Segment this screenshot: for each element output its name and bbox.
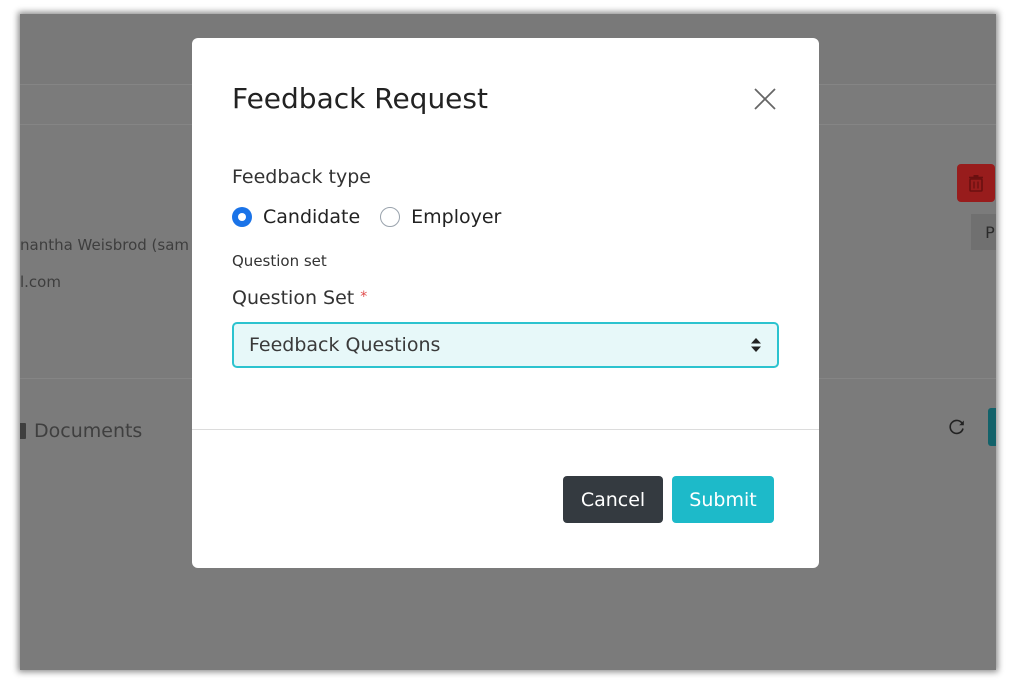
required-marker: * xyxy=(360,289,368,305)
contact-name: nantha Weisbrod (sam xyxy=(20,236,190,254)
documents-label: Documents xyxy=(34,420,143,442)
side-button[interactable]: P xyxy=(971,214,996,250)
question-set-select[interactable]: Feedback Questions xyxy=(232,322,779,368)
question-set-label-row: Question Set * xyxy=(232,287,367,309)
close-icon[interactable] xyxy=(752,86,778,112)
cancel-button[interactable]: Cancel xyxy=(563,476,663,523)
feedback-type-label: Feedback type xyxy=(232,166,371,188)
documents-header: Documents xyxy=(20,420,142,442)
question-set-caption: Question set xyxy=(232,252,327,270)
candidate-radio-label[interactable]: Candidate xyxy=(263,206,360,228)
modal-title: Feedback Request xyxy=(232,82,488,115)
contact-email[interactable]: l.com xyxy=(20,273,61,291)
submit-button[interactable]: Submit xyxy=(672,476,774,523)
refresh-icon[interactable] xyxy=(948,418,966,436)
question-set-selected-value: Feedback Questions xyxy=(249,334,441,356)
action-button-edge[interactable] xyxy=(988,408,996,446)
feedback-request-modal: Feedback Request Feedback type Candidate… xyxy=(192,38,819,568)
candidate-radio[interactable] xyxy=(232,207,252,227)
select-arrows-icon xyxy=(751,338,761,352)
employer-radio[interactable] xyxy=(380,207,401,227)
delete-button[interactable] xyxy=(957,164,995,202)
employer-radio-label[interactable]: Employer xyxy=(411,206,501,228)
question-set-label: Question Set xyxy=(232,287,355,309)
feedback-type-radio-group: Candidate Employer xyxy=(232,206,521,228)
trash-icon xyxy=(969,175,983,192)
document-icon xyxy=(20,423,26,439)
modal-footer-divider xyxy=(192,429,819,430)
